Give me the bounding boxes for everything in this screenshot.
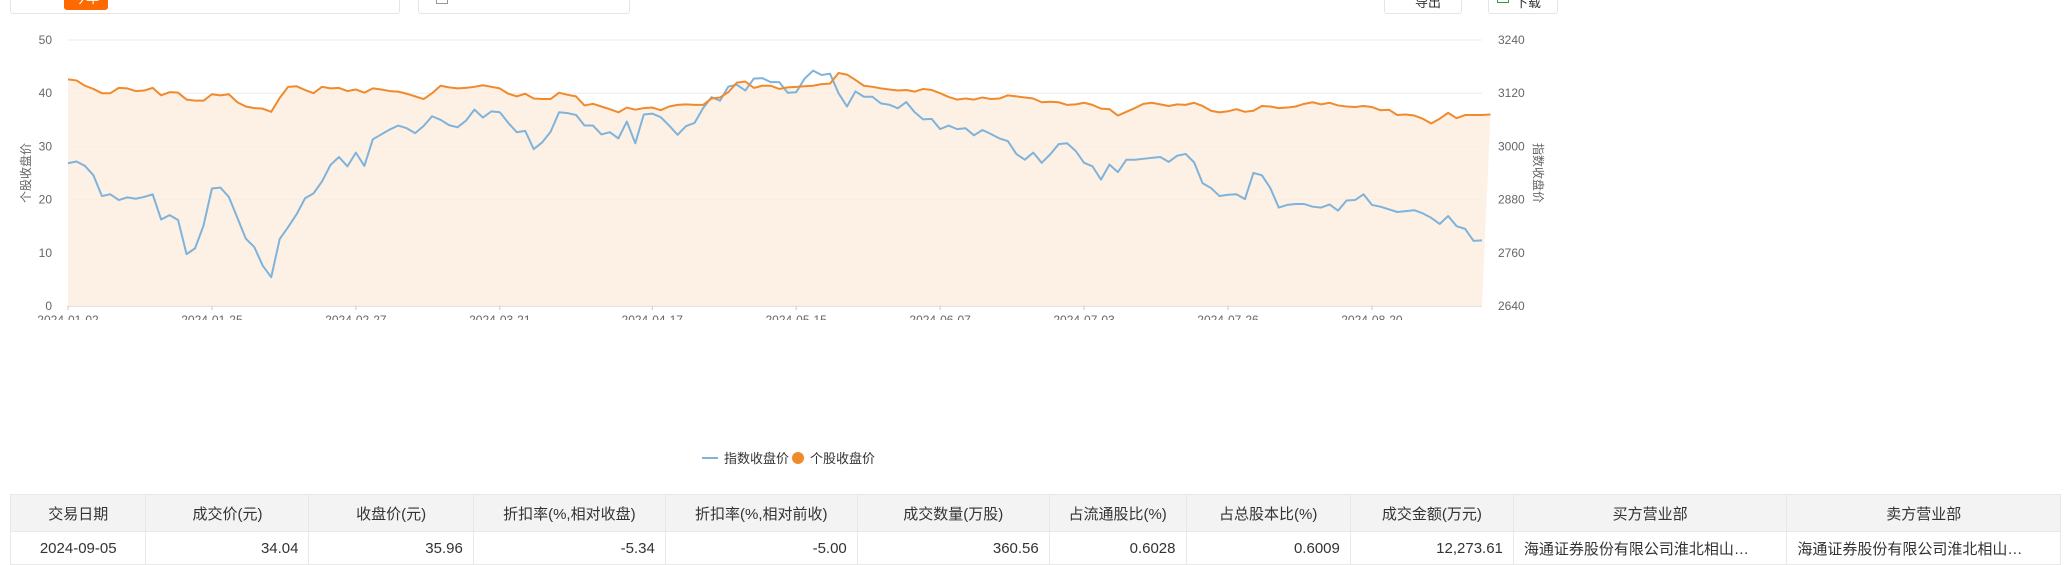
- x-tick-label: 2024-04-17: [622, 313, 684, 320]
- download-button[interactable]: 下载: [1488, 0, 1558, 14]
- date-range-picker[interactable]: [418, 0, 630, 14]
- block-trade-table: 交易日期 成交价(元) 收盘价(元) 折扣率(%,相对收盘) 折扣率(%,相对前…: [9, 494, 2061, 565]
- y-right-tick-label: 2760: [1498, 246, 1525, 260]
- x-tick-label: 2024-01-02: [37, 313, 99, 320]
- col-header[interactable]: 收盘价(元): [308, 494, 474, 532]
- legend-dot-swatch: [792, 451, 804, 464]
- col-header[interactable]: 折扣率(%,相对前收): [664, 494, 858, 532]
- legend-line-swatch: [702, 456, 718, 459]
- filter-toolbar: 今年 导出 下载: [0, 0, 2071, 18]
- x-tick-label: 2024-08-20: [1341, 313, 1403, 320]
- cell-amount: 12,273.61: [1349, 531, 1514, 565]
- legend-label-index: 指数收盘价: [724, 451, 790, 466]
- table-header-row: 交易日期 成交价(元) 收盘价(元) 折扣率(%,相对收盘) 折扣率(%,相对前…: [9, 494, 2061, 532]
- cell-close-price: 35.96: [308, 531, 474, 565]
- legend-label-stock: 个股收盘价: [810, 451, 876, 466]
- col-header[interactable]: 成交数量(万股): [856, 494, 1050, 532]
- y-left-tick-label: 50: [39, 33, 53, 47]
- y-right-tick-label: 2880: [1498, 193, 1525, 207]
- cell-discount-prev: -5.00: [664, 531, 858, 565]
- x-tick-label: 2024-06-07: [909, 313, 971, 320]
- y-right-tick-label: 3000: [1498, 139, 1525, 153]
- export-button[interactable]: 导出: [1384, 0, 1462, 14]
- col-header[interactable]: 卖方营业部: [1786, 494, 2061, 532]
- table-row: 2024-09-05 34.04 35.96 -5.34 -5.00 360.5…: [9, 531, 2061, 565]
- cell-buyer[interactable]: 海通证券股份有限公司淮北相山…: [1512, 531, 1788, 565]
- col-header[interactable]: 买方营业部: [1512, 494, 1788, 532]
- x-tick-label: 2024-07-26: [1197, 313, 1259, 320]
- tab-this-year[interactable]: 今年: [64, 0, 108, 10]
- cell-total-ratio: 0.6009: [1185, 531, 1351, 565]
- y-left-tick-label: 20: [39, 193, 53, 207]
- legend-item-stock[interactable]: 个股收盘价: [792, 448, 875, 467]
- cell-seller[interactable]: 海通证券股份有限公司淮北相山…: [1786, 531, 2061, 565]
- cell-discount-close: -5.34: [472, 531, 666, 565]
- y-right-tick-label: 3120: [1498, 86, 1525, 100]
- export-label: 导出: [1415, 0, 1442, 10]
- y-right-axis-title: 指数收盘价: [1531, 143, 1546, 203]
- col-header[interactable]: 折扣率(%,相对收盘): [472, 494, 666, 532]
- x-tick-label: 2024-05-15: [765, 313, 827, 320]
- col-header[interactable]: 占流通股比(%): [1048, 494, 1187, 532]
- price-chart: 0 2640 10 2760 20 2880 30 3000 40 3120 50 3240 个股收盘价…: [18, 33, 1546, 320]
- y-left-tick-label: 40: [39, 86, 53, 100]
- x-tick-label: 2024-03-21: [469, 313, 531, 320]
- calendar-icon: [436, 0, 448, 4]
- x-tick-label: 2024-02-27: [325, 313, 387, 320]
- cell-volume: 360.56: [856, 531, 1050, 565]
- y-left-axis-title: 个股收盘价: [18, 143, 33, 203]
- y-left-tick-label: 0: [45, 299, 52, 313]
- cell-trade-date: 2024-09-05: [9, 531, 147, 565]
- x-tick-label: 2024-01-25: [181, 313, 243, 320]
- col-header[interactable]: 占总股本比(%): [1185, 494, 1351, 532]
- x-tick-label: 2024-07-03: [1053, 313, 1115, 320]
- chart-legend: 指数收盘价 个股收盘价: [0, 448, 2071, 466]
- col-header[interactable]: 交易日期: [9, 494, 147, 532]
- col-header[interactable]: 成交价(元): [145, 494, 310, 532]
- cell-deal-price: 34.04: [145, 531, 310, 565]
- legend-item-index[interactable]: 指数收盘价: [702, 448, 789, 467]
- y-right-tick-label: 3240: [1498, 33, 1525, 47]
- col-header[interactable]: 成交金额(万元): [1349, 494, 1514, 532]
- y-left-tick-label: 30: [39, 139, 53, 153]
- y-right-tick-label: 2640: [1498, 299, 1525, 313]
- excel-icon: [1497, 0, 1509, 3]
- download-label: 下载: [1515, 0, 1542, 10]
- cell-float-ratio: 0.6028: [1048, 531, 1187, 565]
- y-left-tick-label: 10: [39, 246, 53, 260]
